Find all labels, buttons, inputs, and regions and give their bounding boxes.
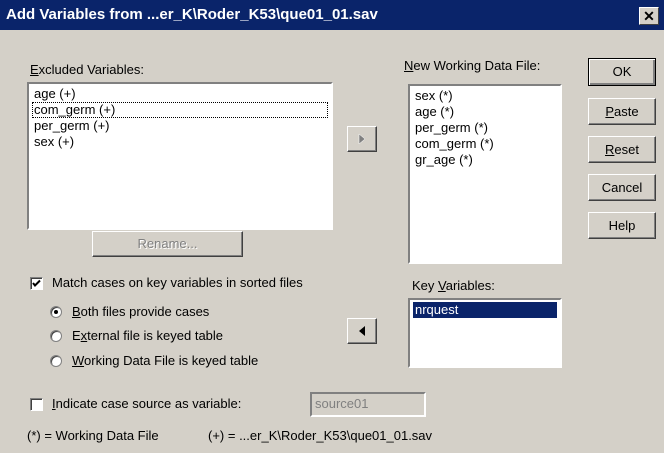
checkmark-icon xyxy=(32,279,41,287)
new-working-list[interactable]: sex (*) age (*) per_germ (*) com_germ (*… xyxy=(408,84,562,264)
source-variable-input[interactable]: source01 xyxy=(310,392,426,417)
list-item[interactable]: per_germ (*) xyxy=(413,120,557,136)
list-item[interactable]: age (+) xyxy=(32,86,328,102)
cancel-button-label: Cancel xyxy=(601,180,643,195)
arrow-right-icon xyxy=(358,133,366,145)
excluded-mnemonic: E xyxy=(30,62,39,77)
ok-button-label: OK xyxy=(612,64,632,79)
indicate-source-label[interactable]: Indicate case source as variable: xyxy=(52,396,241,411)
external-label-rest: ternal file is keyed table xyxy=(87,328,224,343)
reset-mnemonic: R xyxy=(605,142,615,157)
working-file-note: (*) = Working Data File xyxy=(27,428,159,443)
new-working-mnemonic: N xyxy=(404,58,414,73)
key-mnemonic: V xyxy=(438,278,446,293)
list-item[interactable]: sex (+) xyxy=(32,134,328,150)
external-file-note: (+) = ...er_K\Roder_K53\que01_01.sav xyxy=(208,428,433,443)
radio-external-keyed[interactable] xyxy=(50,330,62,342)
list-item[interactable]: per_germ (+) xyxy=(32,118,328,134)
radio-both-files-label[interactable]: Both files provide cases xyxy=(72,304,209,319)
excluded-variables-list[interactable]: age (+) com_germ (+) per_germ (+) sex (+… xyxy=(27,82,333,230)
list-item[interactable]: age (*) xyxy=(413,104,557,120)
paste-button[interactable]: Paste xyxy=(588,98,656,125)
key-variables-label: Key Variables: xyxy=(412,278,495,293)
key-variables-list[interactable]: nrquest xyxy=(408,298,562,368)
radio-working-keyed[interactable] xyxy=(50,355,62,367)
working-label-rest: orking Data File is keyed table xyxy=(84,353,259,368)
reset-label-rest: eset xyxy=(614,142,639,157)
key-label-pre: Key xyxy=(412,278,439,293)
paste-mnemonic: P xyxy=(605,104,615,119)
rename-button-label: Rename... xyxy=(137,236,198,251)
help-button[interactable]: Help xyxy=(588,212,656,239)
both-mnemonic: B xyxy=(72,304,81,319)
both-label-rest: oth files provide cases xyxy=(80,304,210,319)
list-item[interactable]: sex (*) xyxy=(413,88,557,104)
list-item[interactable]: com_germ (*) xyxy=(413,136,557,152)
new-working-label: New Working Data File: xyxy=(404,58,540,73)
arrow-left-icon xyxy=(359,326,365,336)
excluded-variables-label: Excluded Variables: xyxy=(30,62,144,77)
radio-external-keyed-label[interactable]: External file is keyed table xyxy=(72,328,223,343)
key-label-rest: ariables: xyxy=(445,278,495,293)
match-cases-checkbox[interactable] xyxy=(30,277,43,290)
cancel-button[interactable]: Cancel xyxy=(588,174,656,201)
paste-label-rest: aste xyxy=(614,104,639,119)
move-left-button[interactable] xyxy=(347,318,377,344)
list-item[interactable]: nrquest xyxy=(413,302,557,318)
new-working-label-rest: ew Working Data File: xyxy=(413,58,541,73)
list-item[interactable]: gr_age (*) xyxy=(413,152,557,168)
list-item[interactable]: com_germ (+) xyxy=(32,102,328,118)
move-right-button[interactable] xyxy=(347,126,377,152)
excluded-label-rest: xcluded Variables: xyxy=(38,62,144,77)
working-mnemonic: W xyxy=(72,353,85,368)
reset-button[interactable]: Reset xyxy=(588,136,656,163)
title-bar[interactable]: Add Variables from ...er_K\Roder_K53\que… xyxy=(0,0,664,30)
match-cases-label[interactable]: Match cases on key variables in sorted f… xyxy=(52,275,303,290)
ok-button[interactable]: OK xyxy=(588,58,656,86)
help-button-label: Help xyxy=(608,218,636,233)
indicate-label-rest: ndicate case source as variable: xyxy=(55,396,242,411)
radio-working-keyed-label[interactable]: Working Data File is keyed table xyxy=(72,353,258,368)
radio-both-files[interactable] xyxy=(50,306,62,318)
window-title: Add Variables from ...er_K\Roder_K53\que… xyxy=(6,6,378,23)
close-icon: ✕ xyxy=(643,8,655,24)
rename-button[interactable]: Rename... xyxy=(92,231,243,257)
external-label-pre: E xyxy=(72,328,81,343)
radio-selected-dot xyxy=(54,310,58,314)
close-button[interactable]: ✕ xyxy=(639,7,659,25)
indicate-source-checkbox[interactable] xyxy=(30,398,43,411)
